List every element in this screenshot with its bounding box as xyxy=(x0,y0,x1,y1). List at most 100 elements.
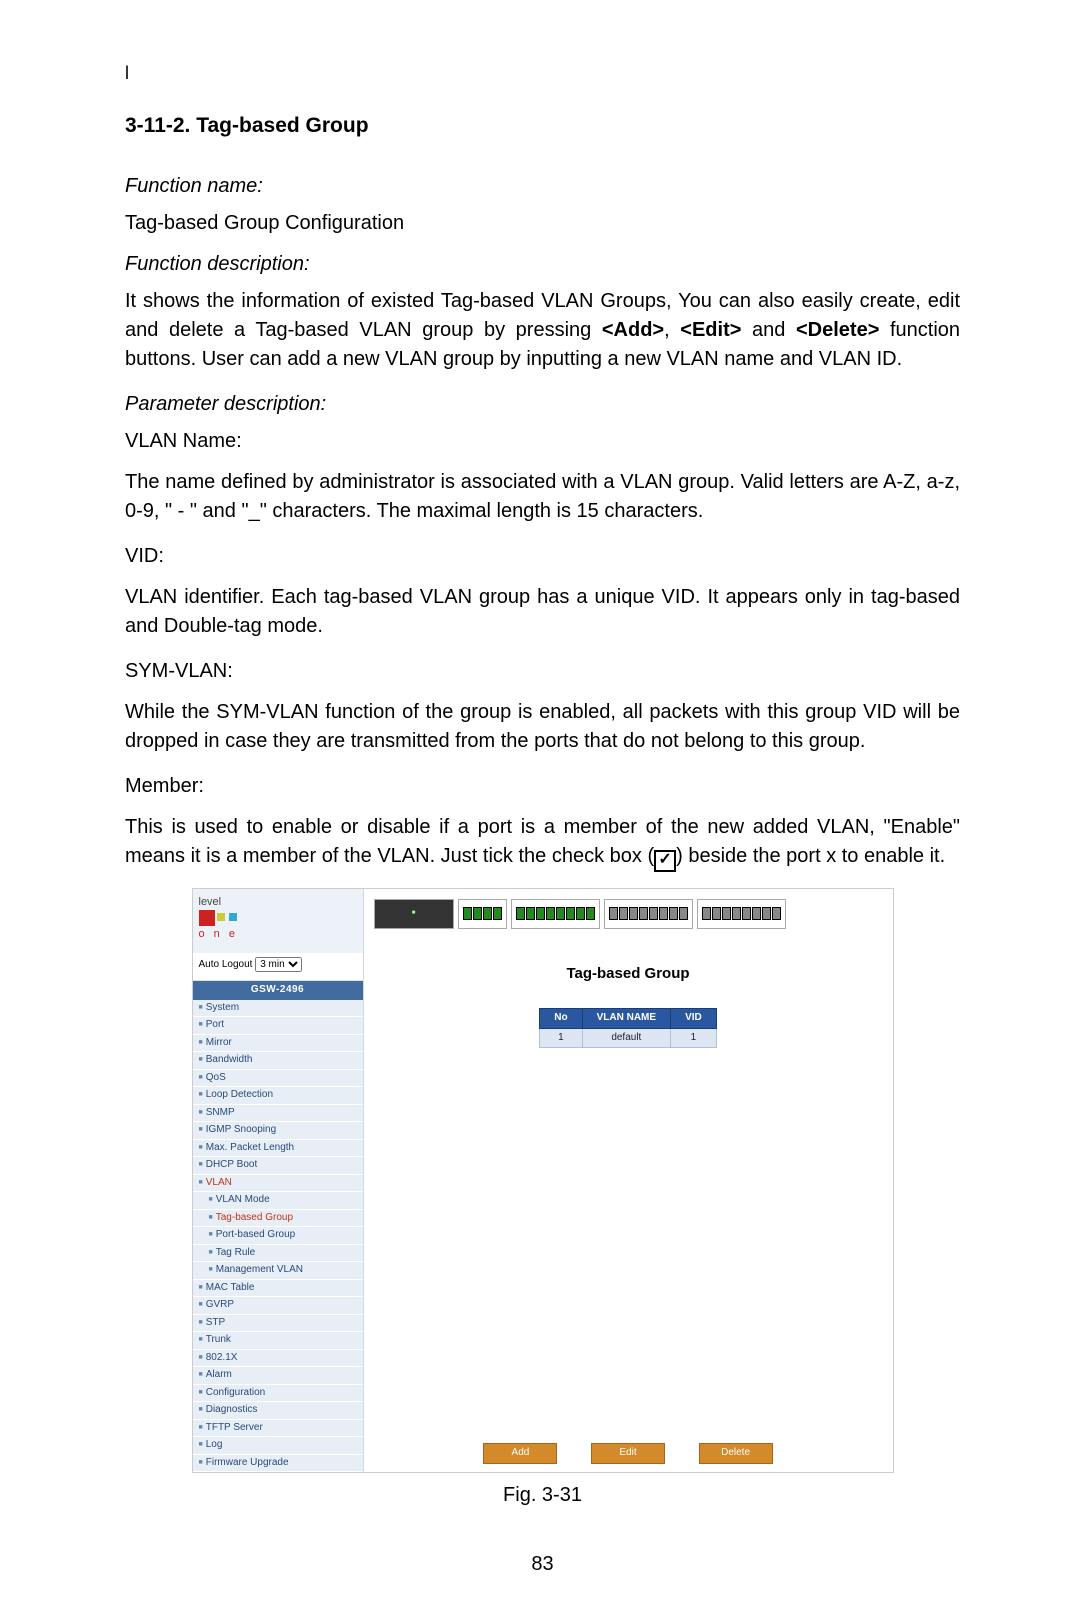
logo-square-icon xyxy=(217,913,225,921)
param-member-text: This is used to enable or disable if a p… xyxy=(125,813,960,872)
sidebar-item-mac-table[interactable]: ■MAC Table xyxy=(193,1280,363,1298)
sidebar-item-mirror[interactable]: ■Mirror xyxy=(193,1035,363,1053)
bullet-icon: ■ xyxy=(199,1371,203,1378)
sidebar-item-dhcp-boot[interactable]: ■DHCP Boot xyxy=(193,1157,363,1175)
sidebar-item-vlan-mode[interactable]: ■VLAN Mode xyxy=(193,1192,363,1210)
sidebar-item-label: System xyxy=(206,1002,239,1013)
table-cell-no: 1 xyxy=(540,1028,582,1048)
sidebar-item-alarm[interactable]: ■Alarm xyxy=(193,1367,363,1385)
sidebar-item-802-1x[interactable]: ■802.1X xyxy=(193,1350,363,1368)
sidebar-item-label: Port-based Group xyxy=(216,1229,296,1240)
add-button[interactable]: Add xyxy=(483,1443,557,1464)
bullet-icon: ■ xyxy=(199,1056,203,1063)
fn-desc-sep-2: and xyxy=(741,319,796,341)
bullet-icon: ■ xyxy=(199,1004,203,1011)
sidebar-item-configuration[interactable]: ■Configuration xyxy=(193,1385,363,1403)
function-description-label: Function description: xyxy=(125,250,960,279)
checkbox-icon: ✓ xyxy=(654,850,676,872)
sidebar-item-tag-based-group[interactable]: ■Tag-based Group xyxy=(193,1210,363,1228)
sidebar-item-tftp-server[interactable]: ■TFTP Server xyxy=(193,1420,363,1438)
param-member-heading: Member: xyxy=(125,772,960,801)
sidebar-item-qos[interactable]: ■QoS xyxy=(193,1070,363,1088)
sidebar-item-label: SNMP xyxy=(206,1107,235,1118)
sidebar-item-label: Diagnostics xyxy=(206,1404,258,1415)
sidebar-item-label: IGMP Snooping xyxy=(206,1124,276,1135)
document-page: l 3-11-2. Tag-based Group Function name:… xyxy=(0,0,1080,1619)
sidebar-item-port[interactable]: ■Port xyxy=(193,1017,363,1035)
page-number: 83 xyxy=(125,1550,960,1579)
bullet-icon: ■ xyxy=(199,1354,203,1361)
param-vid-heading: VID: xyxy=(125,542,960,571)
sidebar-item-label: Loop Detection xyxy=(206,1089,273,1100)
bullet-icon: ■ xyxy=(199,1301,203,1308)
bullet-icon: ■ xyxy=(209,1249,213,1256)
sidebar-item-igmp-snooping[interactable]: ■IGMP Snooping xyxy=(193,1122,363,1140)
sidebar-item-log[interactable]: ■Log xyxy=(193,1437,363,1455)
sidebar-item-label: DHCP Boot xyxy=(206,1159,258,1170)
sidebar-item-label: 802.1X xyxy=(206,1352,238,1363)
bullet-icon: ■ xyxy=(199,1021,203,1028)
bullet-icon: ■ xyxy=(199,1389,203,1396)
sidebar-item-stp[interactable]: ■STP xyxy=(193,1315,363,1333)
main-content: ■ Tag-based Group No xyxy=(364,889,893,1473)
sidebar-item-label: STP xyxy=(206,1317,225,1328)
device-panel-icon: ■ xyxy=(374,899,454,929)
sidebar-item-diagnostics[interactable]: ■Diagnostics xyxy=(193,1402,363,1420)
device-ports-group xyxy=(604,899,693,929)
sidebar-item-label: Bandwidth xyxy=(206,1054,253,1065)
table-cell-vlanname: default xyxy=(582,1028,670,1048)
bullet-icon: ■ xyxy=(199,1284,203,1291)
bullet-icon: ■ xyxy=(199,1336,203,1343)
logo-square-icon xyxy=(229,913,237,921)
section-number: 3-11-2. xyxy=(125,114,190,137)
content-title: Tag-based Group xyxy=(374,963,883,985)
bullet-icon: ■ xyxy=(199,1074,203,1081)
model-header: GSW-2496 xyxy=(193,981,363,1000)
sidebar-item-port-based-group[interactable]: ■Port-based Group xyxy=(193,1227,363,1245)
auto-logout-label: Auto Logout xyxy=(199,959,253,970)
sidebar-item-label: Tag-based Group xyxy=(216,1212,293,1223)
bullet-icon: ■ xyxy=(199,1091,203,1098)
section-title-text: Tag-based Group xyxy=(196,114,368,137)
sidebar: level o n e Auto Logout 3 min GSW-2496 ■… xyxy=(193,889,364,1473)
bullet-icon: ■ xyxy=(199,1109,203,1116)
table-header-row: No VLAN NAME VID xyxy=(540,1009,716,1029)
sidebar-item-vlan[interactable]: ■VLAN xyxy=(193,1175,363,1193)
param-member-text-after: ) beside the port x to enable it. xyxy=(676,845,945,867)
edit-button[interactable]: Edit xyxy=(591,1443,665,1464)
table-row[interactable]: 1 default 1 xyxy=(540,1028,716,1048)
sidebar-item-firmware-upgrade[interactable]: ■Firmware Upgrade xyxy=(193,1455,363,1473)
bullet-icon: ■ xyxy=(199,1319,203,1326)
auto-logout-select[interactable]: 3 min xyxy=(255,957,302,972)
delete-button[interactable]: Delete xyxy=(699,1443,773,1464)
sidebar-item-label: TFTP Server xyxy=(206,1422,263,1433)
sidebar-item-label: Port xyxy=(206,1019,224,1030)
sidebar-item-label: VLAN xyxy=(206,1177,232,1188)
bullet-icon: ■ xyxy=(199,1039,203,1046)
sidebar-item-system[interactable]: ■System xyxy=(193,1000,363,1018)
sidebar-item-gvrp[interactable]: ■GVRP xyxy=(193,1297,363,1315)
sidebar-item-tag-rule[interactable]: ■Tag Rule xyxy=(193,1245,363,1263)
parameter-description-label: Parameter description: xyxy=(125,390,960,419)
sidebar-item-max-packet-length[interactable]: ■Max. Packet Length xyxy=(193,1140,363,1158)
param-vid-text: VLAN identifier. Each tag-based VLAN gro… xyxy=(125,583,960,641)
figure-caption: Fig. 3-31 xyxy=(125,1481,960,1510)
fn-desc-delete-keyword: <Delete> xyxy=(796,319,879,341)
sidebar-item-snmp[interactable]: ■SNMP xyxy=(193,1105,363,1123)
sidebar-item-label: Trunk xyxy=(206,1334,231,1345)
sidebar-item-label: Max. Packet Length xyxy=(206,1142,294,1153)
table-header-vid: VID xyxy=(671,1009,717,1029)
sidebar-item-label: Management VLAN xyxy=(216,1264,303,1275)
device-ports-group xyxy=(458,899,507,929)
fn-desc-sep-1: , xyxy=(664,319,680,341)
logo-text: level xyxy=(199,896,222,908)
sidebar-item-bandwidth[interactable]: ■Bandwidth xyxy=(193,1052,363,1070)
button-row: Add Edit Delete xyxy=(364,1435,893,1464)
sidebar-item-management-vlan[interactable]: ■Management VLAN xyxy=(193,1262,363,1280)
param-vlan-name-text: The name defined by administrator is ass… xyxy=(125,468,960,526)
sidebar-item-trunk[interactable]: ■Trunk xyxy=(193,1332,363,1350)
sidebar-item-loop-detection[interactable]: ■Loop Detection xyxy=(193,1087,363,1105)
bullet-icon: ■ xyxy=(209,1231,213,1238)
bullet-icon: ■ xyxy=(209,1266,213,1273)
sidebar-item-label: GVRP xyxy=(206,1299,234,1310)
